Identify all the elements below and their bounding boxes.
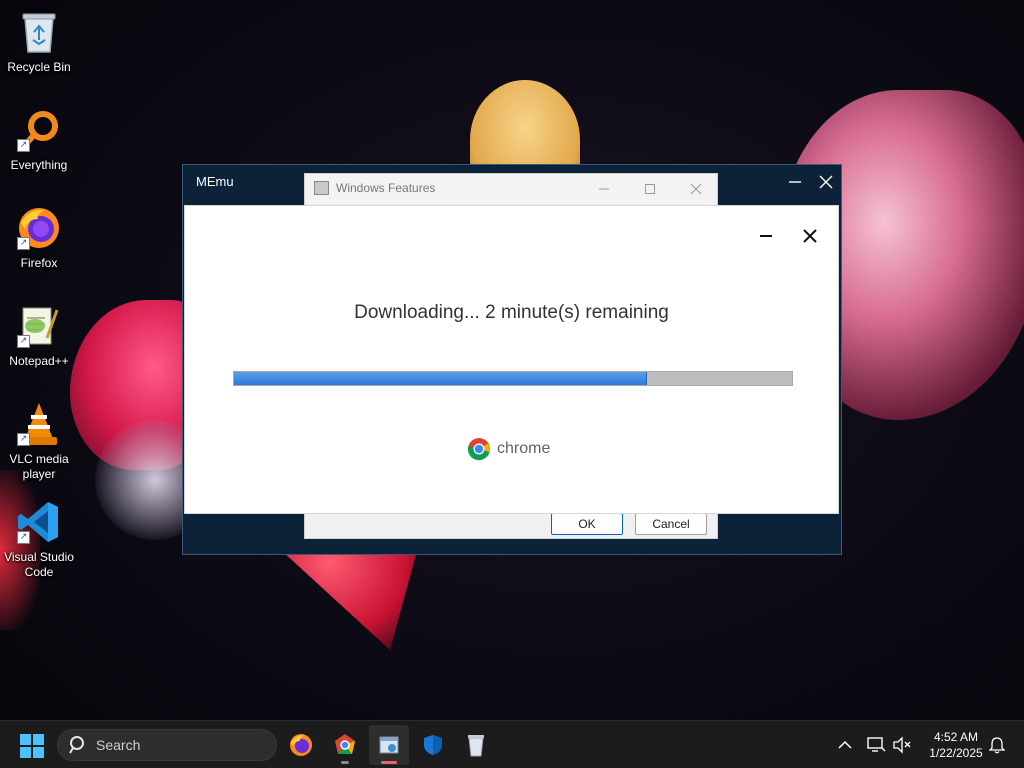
close-button[interactable] [673,174,719,204]
taskbar-clock[interactable]: 4:52 AM 1/22/2025 [918,729,994,761]
wallpaper-shape [270,540,420,650]
chrome-brand-text: chrome [497,440,551,457]
shortcut-arrow-icon: ↗ [17,433,30,446]
firefox-icon [290,734,312,756]
desktop-icon-vlc[interactable]: ↗ VLC media player [0,400,78,482]
minimize-icon [760,235,772,237]
download-progress-bar [233,371,793,386]
windows-features-icon [379,736,399,754]
start-button[interactable] [18,733,46,759]
ok-button[interactable]: OK [551,513,623,535]
taskbar-search-box[interactable]: Search [57,729,277,761]
search-icon [69,736,84,754]
chrome-logo-icon [467,438,490,461]
defender-icon [424,735,442,755]
taskbar-app-windows-security[interactable] [413,725,453,765]
desktop-icon-firefox[interactable]: ↗ Firefox [0,204,78,271]
chrome-brand: chrome [467,437,550,461]
volume-button[interactable] [890,721,914,768]
chrome-icon [335,734,355,754]
shortcut-arrow-icon: ↗ [17,139,30,152]
close-icon [690,183,702,195]
desktop-icon-everything[interactable]: ↗ Everything [0,106,78,173]
taskbar-app-chrome-installer[interactable] [325,725,365,765]
shortcut-arrow-icon: ↗ [17,237,30,250]
close-icon [819,175,833,189]
running-indicator [341,761,349,764]
desktop-icon-label: Notepad++ [9,354,69,368]
desktop-icon-vscode[interactable]: ↗ Visual Studio Code [0,498,78,580]
shortcut-arrow-icon: ↗ [17,335,30,348]
minimize-icon [789,181,801,183]
taskbar-app-recycle-bin[interactable] [456,725,496,765]
window-title: MEmu [196,174,234,189]
desktop-icon-label: VLC media player [9,452,69,481]
chevron-up-icon [838,740,852,749]
close-icon [803,229,817,243]
network-button[interactable] [864,721,888,768]
cancel-button[interactable]: Cancel [635,513,707,535]
recycle-bin-icon [468,735,484,757]
maximize-button[interactable] [627,174,673,204]
desktop-icon-label: Visual Studio Code [4,550,74,579]
progress-fill [234,372,647,385]
windows-features-icon [314,181,329,195]
close-button[interactable] [812,169,840,195]
network-icon [867,737,886,752]
show-hidden-icons-button[interactable] [834,721,856,768]
desktop-icon-label: Firefox [20,256,58,270]
shortcut-arrow-icon: ↗ [17,531,30,544]
desktop-icon-notepad-plus-plus[interactable]: ↗ Notepad++ [0,302,78,369]
firefox-icon: ↗ [15,204,63,252]
notepad-plus-plus-icon: ↗ [15,302,63,350]
minimize-button[interactable] [581,174,627,204]
clock-time: 4:52 AM [933,730,979,744]
maximize-icon [645,184,655,194]
clock-date: 1/22/2025 [929,746,983,760]
minimize-button[interactable] [781,169,809,195]
taskbar-app-windows-features[interactable] [369,725,409,765]
window-title: Windows Features [336,181,436,195]
windows-logo-icon [20,734,44,758]
chrome-installer-dialog: Downloading... 2 minute(s) remaining chr… [184,205,839,514]
minimize-button[interactable] [751,224,781,248]
notifications-button[interactable] [985,721,1009,768]
close-button[interactable] [795,224,825,248]
everything-search-icon: ↗ [15,106,63,154]
desktop-icon-label: Everything [10,158,68,172]
download-status-text: Downloading... 2 minute(s) remaining [354,302,669,323]
active-indicator [381,761,397,764]
bell-icon [989,737,1005,754]
desktop-icon-label: Recycle Bin [7,60,71,74]
volume-muted-icon [893,736,911,754]
desktop-icon-recycle-bin[interactable]: Recycle Bin [0,8,78,75]
taskbar: Search 4:52 AM 1/22/2025 [0,720,1024,768]
recycle-bin-icon [15,8,63,56]
search-placeholder: Search [96,737,141,753]
taskbar-app-firefox[interactable] [281,725,321,765]
vscode-icon: ↗ [15,498,63,546]
title-bar: Windows Features [305,174,717,204]
minimize-icon [599,188,609,190]
vlc-icon: ↗ [15,400,63,448]
